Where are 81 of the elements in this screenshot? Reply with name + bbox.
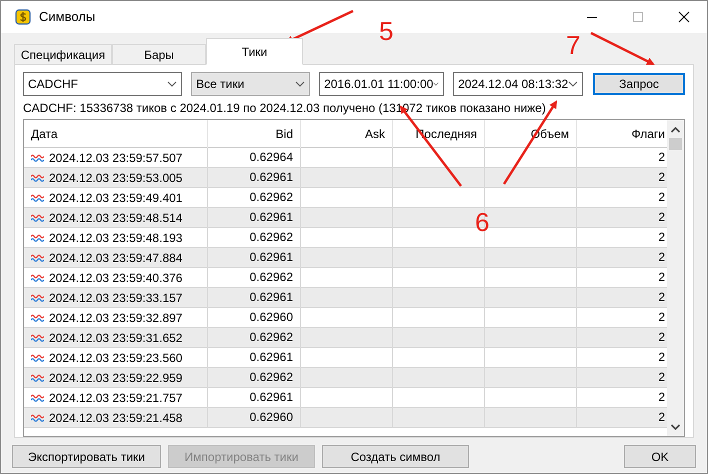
wave-icon <box>31 193 44 202</box>
dropdown[interactable]: Все тики <box>191 72 310 96</box>
wave-icon <box>31 153 44 162</box>
window-title: Символы <box>39 8 96 26</box>
table-cell: 0.62961 <box>250 250 293 264</box>
annotation-arrow <box>590 32 655 66</box>
scrollbar-thumb[interactable] <box>669 138 682 150</box>
chevron-down-icon <box>568 81 578 87</box>
coin-icon <box>15 9 31 25</box>
table-cell: 0.62961 <box>250 170 293 184</box>
wave-icon <box>31 333 44 342</box>
table-cell: 2 <box>658 370 665 384</box>
table-cell-text: 2024.12.03 23:59:21.458 <box>49 410 182 426</box>
table-cell-text: 2024.12.03 23:59:53.005 <box>49 170 182 186</box>
wave-icon <box>31 253 44 262</box>
table-cell-text: 2024.12.03 23:59:47.884 <box>49 250 182 266</box>
wave-icon <box>31 393 44 402</box>
annotation-number: 6 <box>475 209 490 235</box>
table-cell: 0.62960 <box>250 310 293 324</box>
tab[interactable]: Спецификация <box>14 44 112 65</box>
table-cell-text: 2024.12.03 23:59:48.193 <box>49 230 182 246</box>
scroll-down-icon[interactable] <box>670 423 681 431</box>
wave-icon <box>31 413 44 422</box>
table-cell-text: 2024.12.03 23:59:48.514 <box>49 210 182 226</box>
chevron-down-icon <box>433 81 440 87</box>
scrollbar[interactable] <box>667 120 684 436</box>
button[interactable]: Экспортировать тики <box>12 445 161 468</box>
table-cell: 2 <box>658 350 665 364</box>
tab[interactable]: Бары <box>112 44 206 65</box>
table-cell-text: 2024.12.03 23:59:57.507 <box>49 150 182 166</box>
table-cell: 0.62961 <box>250 290 293 304</box>
chevron-down-icon <box>167 81 178 87</box>
table-cell: 2 <box>658 210 665 224</box>
table-cell: 0.62962 <box>250 230 293 244</box>
wave-icon <box>31 273 44 282</box>
table-cell: 2 <box>658 270 665 284</box>
chevron-down-icon <box>295 81 306 87</box>
table-cell: 0.62962 <box>250 190 293 204</box>
table-cell: 2 <box>658 390 665 404</box>
combo-box[interactable]: CADCHF <box>23 72 182 96</box>
annotation-number: 5 <box>379 18 394 44</box>
tab[interactable]: Тики <box>206 38 303 65</box>
table-cell: 0.62964 <box>250 150 293 164</box>
scroll-up-icon[interactable] <box>670 126 681 134</box>
table-cell: 2 <box>658 190 665 204</box>
table-cell: 2 <box>658 230 665 244</box>
table-cell: 0.62961 <box>250 350 293 364</box>
table-cell-text: 2024.12.03 23:59:33.157 <box>49 290 182 306</box>
wave-icon <box>31 373 44 382</box>
wave-icon <box>31 173 44 182</box>
combo-box[interactable]: 2016.01.01 11:00:00 <box>319 72 444 96</box>
button[interactable]: OK <box>624 445 696 468</box>
table-cell-text: 2024.12.03 23:59:31.652 <box>49 330 182 346</box>
wave-icon <box>31 233 44 242</box>
table-cell: 0.62961 <box>250 390 293 404</box>
table-cell-text: 2024.12.03 23:59:32.897 <box>49 310 182 326</box>
request-button[interactable]: Запрос <box>593 73 686 95</box>
wave-icon <box>31 213 44 222</box>
table-cell-text: 2024.12.03 23:59:22.959 <box>49 370 182 386</box>
table-cell-text: 2024.12.03 23:59:21.757 <box>49 390 182 406</box>
table-cell: 0.62962 <box>250 370 293 384</box>
table-cell: 2 <box>658 290 665 304</box>
table-cell-text: 2024.12.03 23:59:40.376 <box>49 270 182 286</box>
table-cell: 2 <box>658 250 665 264</box>
table-cell: 2 <box>658 410 665 424</box>
wave-icon <box>31 313 44 322</box>
table-cell: 0.62962 <box>250 330 293 344</box>
combo-box[interactable]: 2024.12.04 08:13:32 <box>453 72 584 96</box>
button[interactable]: Создать символ <box>322 445 469 468</box>
wave-icon <box>31 293 44 302</box>
table-cell: 0.62961 <box>250 210 293 224</box>
table-cell: 2 <box>658 330 665 344</box>
table-cell: 2 <box>658 150 665 164</box>
table-cell: 2 <box>658 170 665 184</box>
table-cell-text: 2024.12.03 23:59:49.401 <box>49 190 182 206</box>
table-cell-text: 2024.12.03 23:59:23.560 <box>49 350 182 366</box>
table-cell: 2 <box>658 310 665 324</box>
table-cell: 0.62960 <box>250 410 293 424</box>
table-cell: 0.62962 <box>250 270 293 284</box>
wave-icon <box>31 353 44 362</box>
annotation-number: 7 <box>566 32 580 58</box>
